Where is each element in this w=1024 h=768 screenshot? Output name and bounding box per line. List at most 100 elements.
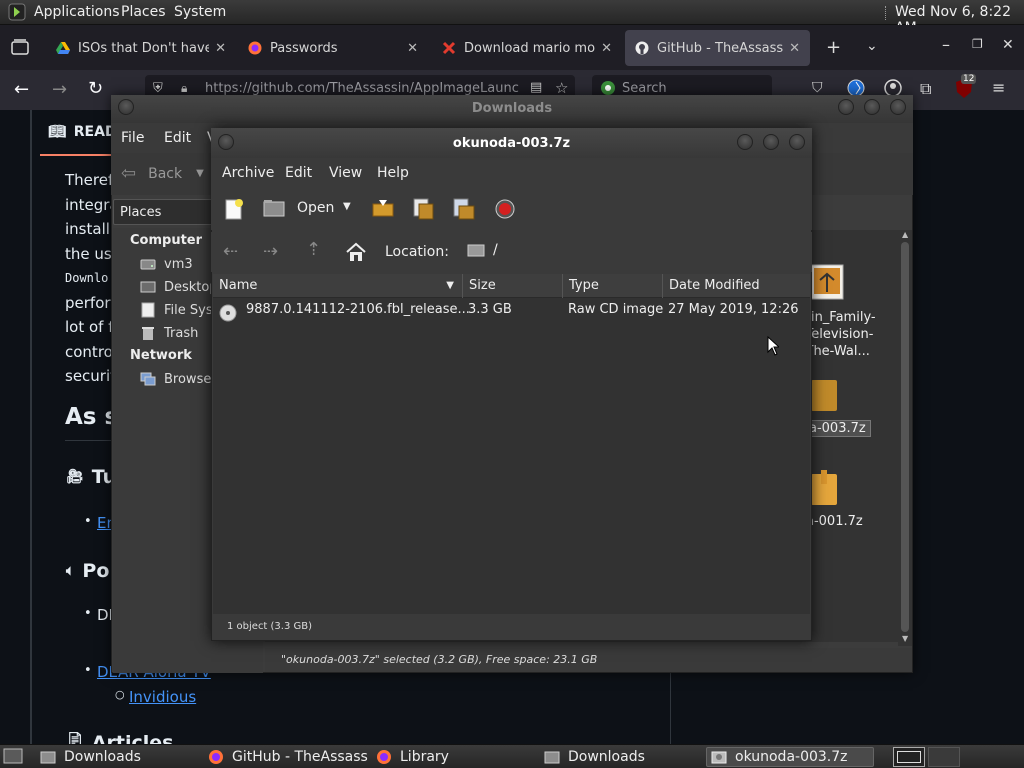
panel-separator-icon [885, 6, 887, 20]
close-icon[interactable] [789, 134, 805, 150]
tab-github[interactable]: GitHub - TheAssassin/ ✕ [625, 30, 810, 66]
reader-mode-icon[interactable]: ▤ [530, 80, 542, 95]
system-menu[interactable]: System [174, 4, 226, 20]
menu-help[interactable]: Help [377, 165, 409, 181]
back-button[interactable]: ⇦ Back ▼ [121, 163, 204, 184]
home-icon[interactable] [345, 242, 367, 262]
sidebar-item-label: File Syst [164, 302, 218, 318]
new-archive-icon[interactable] [223, 198, 245, 220]
minimize-icon[interactable]: – [942, 35, 950, 54]
section-articles: 📄︎ Articles [66, 732, 173, 744]
close-window-icon[interactable]: ✕ [1002, 37, 1014, 53]
sidebar-item-label: vm3 [164, 256, 193, 272]
back-arrow-icon[interactable]: ← [14, 79, 29, 100]
task-library[interactable]: Library [372, 747, 532, 767]
sidebar-item-vm3[interactable]: vm3 [140, 256, 193, 272]
filesystem-icon [140, 302, 156, 318]
extensions-puzzle-icon[interactable]: ⧉ [920, 79, 931, 99]
folder-icon [40, 749, 56, 765]
close-tab-icon[interactable]: ✕ [789, 41, 800, 56]
tab-download-mario[interactable]: Download mario movi ✕ [432, 30, 622, 66]
list-all-tabs-icon[interactable]: ⌄ [866, 38, 878, 54]
applications-menu[interactable]: Applications [34, 4, 120, 20]
open-dropdown-chevron-icon[interactable]: ▼ [343, 201, 351, 212]
column-header-name[interactable]: Name ▼ [213, 274, 463, 298]
column-header-size[interactable]: Size [463, 274, 563, 298]
hamburger-menu-icon[interactable]: ≡ [992, 78, 1005, 97]
task-github-firefox[interactable]: GitHub - TheAssassi... [204, 747, 369, 767]
tab-list-icon[interactable] [11, 39, 29, 55]
forward-arrow-icon[interactable]: ⇢ [263, 241, 278, 262]
archive-titlebar[interactable]: okunoda-003.7z [211, 128, 812, 158]
show-desktop-icon[interactable] [3, 748, 23, 766]
scroll-down-icon[interactable]: ▼ [902, 634, 908, 643]
lock-icon[interactable]: 🔒︎ [181, 81, 187, 96]
archive-icon[interactable] [810, 470, 838, 506]
sidebar-item-filesystem[interactable]: File Syst [140, 302, 218, 318]
tab-passwords[interactable]: Passwords ✕ [238, 30, 428, 66]
stop-icon[interactable] [495, 199, 515, 219]
extract-icon[interactable] [371, 198, 395, 220]
places-menu[interactable]: Places [121, 4, 166, 20]
task-downloads[interactable]: Downloads [36, 747, 196, 767]
minimize-icon[interactable] [737, 134, 753, 150]
close-tab-icon[interactable]: ✕ [407, 41, 418, 56]
file-label-okunoda-003[interactable]: a-003.7z [804, 420, 871, 437]
sidebar-item-label: Desktop [164, 279, 218, 295]
readme-tab[interactable]: 📖︎ READ [48, 124, 117, 140]
link-invidious[interactable]: Invidious [129, 688, 196, 706]
file-label-video[interactable]: ffin_Family- -Television- -The-Wal... [802, 309, 898, 360]
open-folder-icon [263, 198, 285, 218]
minimize-icon[interactable] [838, 99, 854, 115]
add-folder-icon[interactable] [451, 196, 477, 222]
column-header-type[interactable]: Type [563, 274, 663, 298]
drive-icon [140, 256, 156, 272]
location-path[interactable]: / [467, 242, 498, 258]
downloads-titlebar[interactable]: Downloads [111, 95, 913, 123]
file-icon-video[interactable] [810, 264, 844, 300]
menu-archive[interactable]: Archive [222, 165, 274, 181]
close-tab-icon[interactable]: ✕ [215, 41, 226, 56]
add-files-icon[interactable] [411, 196, 437, 222]
desktop-folder-icon [140, 279, 156, 295]
menu-edit[interactable]: Edit [164, 130, 191, 146]
back-arrow-icon[interactable]: ⇠ [223, 241, 238, 262]
menu-view[interactable]: View [329, 165, 362, 181]
url-text[interactable]: https://github.com/TheAssassin/AppImageL… [205, 81, 520, 96]
sidebar-item-trash[interactable]: Trash [140, 325, 198, 341]
close-icon[interactable] [890, 99, 906, 115]
window-menu-icon[interactable] [218, 134, 234, 150]
reload-icon[interactable]: ↻ [88, 78, 103, 99]
tab-isos[interactable]: ISOs that Don't haven't ✕ [46, 30, 236, 66]
location-label: Location: [385, 244, 449, 260]
file-label-okunoda-001[interactable]: a-001.7z [806, 514, 863, 529]
distro-logo-icon[interactable] [8, 3, 26, 21]
pocket-icon[interactable]: ⛉ [812, 80, 823, 96]
workspace-switcher[interactable] [893, 747, 925, 767]
menu-file[interactable]: File [121, 130, 144, 146]
column-header-date-modified[interactable]: Date Modified [663, 274, 810, 298]
sidebar-item-desktop[interactable]: Desktop [140, 279, 218, 295]
archive-toolbar: Open ▼ [211, 188, 812, 230]
shield-icon[interactable]: ⛨ [153, 81, 163, 96]
menu-edit[interactable]: Edit [285, 165, 312, 181]
up-arrow-icon[interactable]: ⇡ [306, 239, 321, 260]
open-button[interactable]: Open [263, 198, 334, 218]
vertical-scrollbar[interactable]: ▲ ▼ [898, 230, 912, 646]
workspace-2[interactable] [928, 747, 960, 767]
new-tab-icon[interactable]: + [826, 37, 841, 58]
close-tab-icon[interactable]: ✕ [601, 41, 612, 56]
search-input[interactable]: Search [622, 81, 667, 96]
maximize-icon[interactable] [763, 134, 779, 150]
task-downloads-2[interactable]: Downloads [540, 747, 700, 767]
restore-icon[interactable]: ❐ [972, 37, 983, 51]
forward-arrow-icon[interactable]: → [52, 79, 67, 100]
window-menu-icon[interactable] [118, 99, 134, 115]
scrollbar-thumb[interactable] [901, 242, 909, 632]
archive-icon[interactable] [810, 376, 838, 412]
cd-image-icon [219, 304, 237, 322]
maximize-icon[interactable] [864, 99, 880, 115]
window-title: okunoda-003.7z [452, 136, 571, 151]
scroll-up-icon[interactable]: ▲ [902, 230, 908, 239]
task-okunoda-archive[interactable]: okunoda-003.7z [706, 747, 874, 767]
